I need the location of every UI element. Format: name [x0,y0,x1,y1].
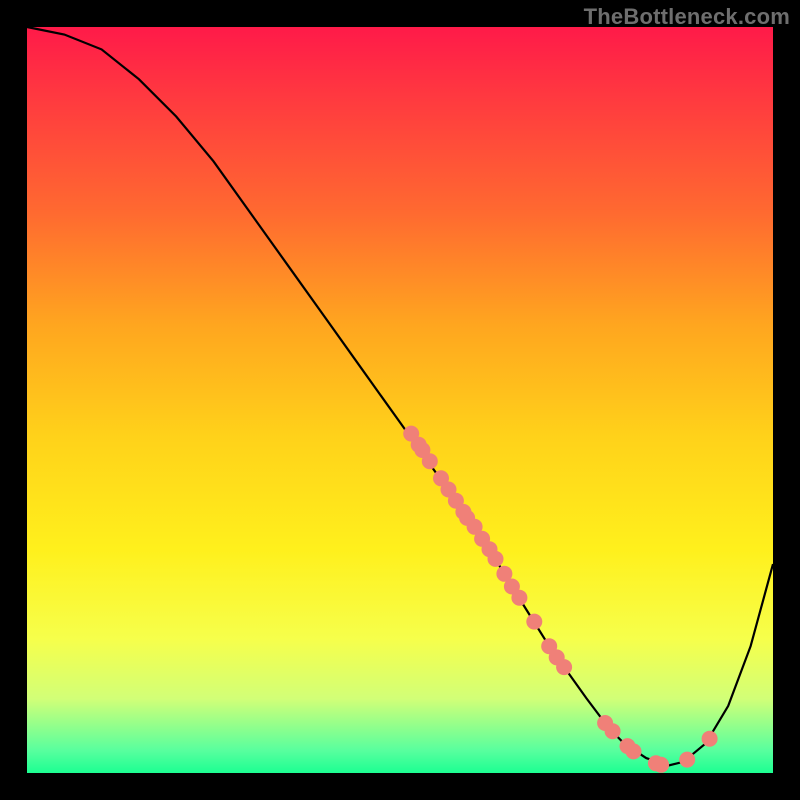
bottleneck-curve [27,27,773,766]
data-point [605,723,621,739]
chart-svg [27,27,773,773]
data-point [679,752,695,768]
scatter-group [403,426,717,773]
data-point [556,659,572,675]
data-point [422,453,438,469]
data-point [526,614,542,630]
data-point [488,551,504,567]
data-point [511,590,527,606]
watermark-text: TheBottleneck.com [584,4,790,30]
data-point [626,743,642,759]
data-point [702,731,718,747]
data-point [653,757,669,773]
